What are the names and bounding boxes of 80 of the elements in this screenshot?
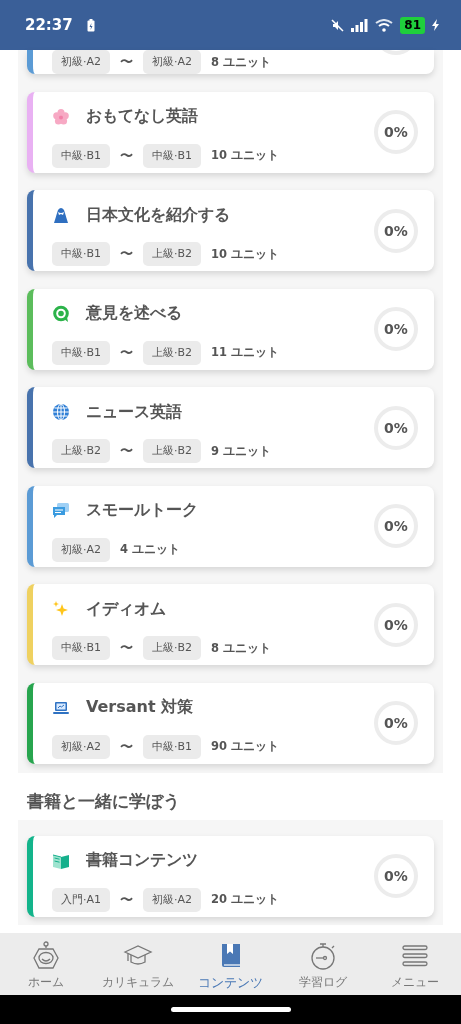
- level-tag: 上級·B2: [143, 340, 202, 365]
- book-icon: [52, 851, 70, 870]
- nav-tab[interactable]: 学習ログ: [276, 933, 369, 995]
- unit-count: 9 ユニット: [211, 443, 272, 459]
- level-tag: 中級·B1: [52, 143, 111, 168]
- mountain-icon: [52, 206, 70, 224]
- unit-count: 8 ユニット: [211, 54, 272, 70]
- range-tilde: 〜: [120, 146, 134, 165]
- progress-percent: 0%: [384, 518, 408, 534]
- course-title: おもてなし英語: [86, 106, 198, 127]
- level-tag: 中級·B1: [143, 143, 202, 168]
- level-tag: 初級·A2: [143, 887, 202, 912]
- unit-count: 8 ユニット: [211, 640, 272, 656]
- unit-count: 90 ユニット: [211, 739, 280, 754]
- speech-bubble-icon: [52, 304, 70, 323]
- course-title: ニュース英語: [86, 401, 182, 423]
- home-indicator[interactable]: [170, 1007, 291, 1012]
- level-tag: 入門·A1: [52, 887, 111, 912]
- level-tag: 上級·B2: [143, 636, 202, 660]
- unit-count: 10 ユニット: [211, 246, 280, 262]
- course-card[interactable]: 書籍コンテンツ 入門·A1 〜 初級·A2 20 ユニット 0%: [27, 835, 434, 917]
- level-tag: 中級·B1: [52, 636, 111, 660]
- progress-percent: 0%: [384, 419, 408, 436]
- charging-bolt-icon: [432, 19, 439, 31]
- flower-icon: [52, 107, 70, 126]
- level-tag: 中級·B1: [52, 340, 111, 365]
- level-tag: 中級·B1: [52, 242, 111, 266]
- course-title: 書籍コンテンツ: [86, 850, 198, 871]
- range-tilde: 〜: [120, 639, 134, 657]
- level-tag: 上級·B2: [143, 242, 202, 266]
- level-tag: 上級·B2: [52, 439, 111, 463]
- course-title: スモールトーク: [86, 500, 198, 521]
- course-card[interactable]: イディオム 中級·B1 〜 上級·B2 8 ユニット 0%: [27, 584, 434, 665]
- globe-icon: [52, 403, 70, 421]
- level-tag: 初級·A2: [52, 734, 111, 759]
- section-heading: 書籍と一緒に学ぼう: [27, 789, 180, 813]
- nav-tab[interactable]: ホーム: [0, 933, 93, 995]
- course-card[interactable]: 初級·A2 〜 初級·A2 8 ユニット: [27, 50, 434, 74]
- range-tilde: 〜: [120, 890, 134, 909]
- course-title: 日本文化を紹介する: [86, 204, 230, 226]
- progress-percent: 0%: [384, 868, 408, 884]
- nav-tab[interactable]: コンテンツ: [184, 933, 277, 995]
- signal-icon: [351, 18, 369, 32]
- progress-percent: 0%: [384, 321, 408, 337]
- level-tag: 上級·B2: [143, 439, 202, 463]
- progress-percent: 0%: [384, 124, 408, 140]
- level-tag: 初級·A2: [52, 50, 111, 74]
- mute-icon: [331, 18, 345, 32]
- course-card[interactable]: 意見を述べる 中級·B1 〜 上級·B2 11 ユニット 0%: [27, 288, 434, 370]
- chat-bubbles-icon: [52, 501, 70, 520]
- nav-tab[interactable]: カリキュラム: [92, 933, 185, 995]
- course-title: 意見を述べる: [86, 303, 182, 324]
- level-tag: 初級·A2: [143, 50, 202, 74]
- level-tag: 初級·A2: [52, 537, 111, 562]
- progress-percent: 0%: [384, 616, 408, 633]
- range-tilde: 〜: [120, 53, 134, 71]
- battery-level: 81: [400, 16, 425, 34]
- course-card[interactable]: スモールトーク 初級·A2 4 ユニット 0%: [27, 485, 434, 567]
- range-tilde: 〜: [120, 343, 134, 362]
- progress-percent: 0%: [384, 715, 408, 731]
- course-title: Versant 対策: [86, 697, 194, 718]
- course-card[interactable]: ニュース英語 上級·B2 〜 上級·B2 9 ユニット 0%: [27, 387, 434, 468]
- battery-saver-icon: [86, 18, 95, 32]
- wifi-icon: [375, 18, 394, 32]
- unit-count: 11 ユニット: [211, 345, 280, 360]
- course-card[interactable]: Versant 対策 初級·A2 〜 中級·B1 90 ユニット 0%: [27, 682, 434, 764]
- level-tag: 中級·B1: [143, 734, 202, 759]
- course-card[interactable]: 日本文化を紹介する 中級·B1 〜 上級·B2 10 ユニット 0%: [27, 190, 434, 271]
- unit-count: 20 ユニット: [211, 892, 280, 907]
- nav-tab[interactable]: メニュー: [368, 933, 461, 995]
- range-tilde: 〜: [120, 245, 134, 263]
- course-card[interactable]: おもてなし英語 中級·B1 〜 中級·B1 10 ユニット 0%: [27, 91, 434, 173]
- unit-count: 4 ユニット: [120, 542, 181, 557]
- clock-time: 22:37: [25, 16, 73, 34]
- range-tilde: 〜: [120, 737, 134, 756]
- progress-percent: 0%: [384, 222, 408, 239]
- range-tilde: 〜: [120, 442, 134, 460]
- sparkle-icon: [52, 600, 70, 618]
- unit-count: 10 ユニット: [211, 148, 280, 163]
- course-title: イディオム: [86, 598, 166, 620]
